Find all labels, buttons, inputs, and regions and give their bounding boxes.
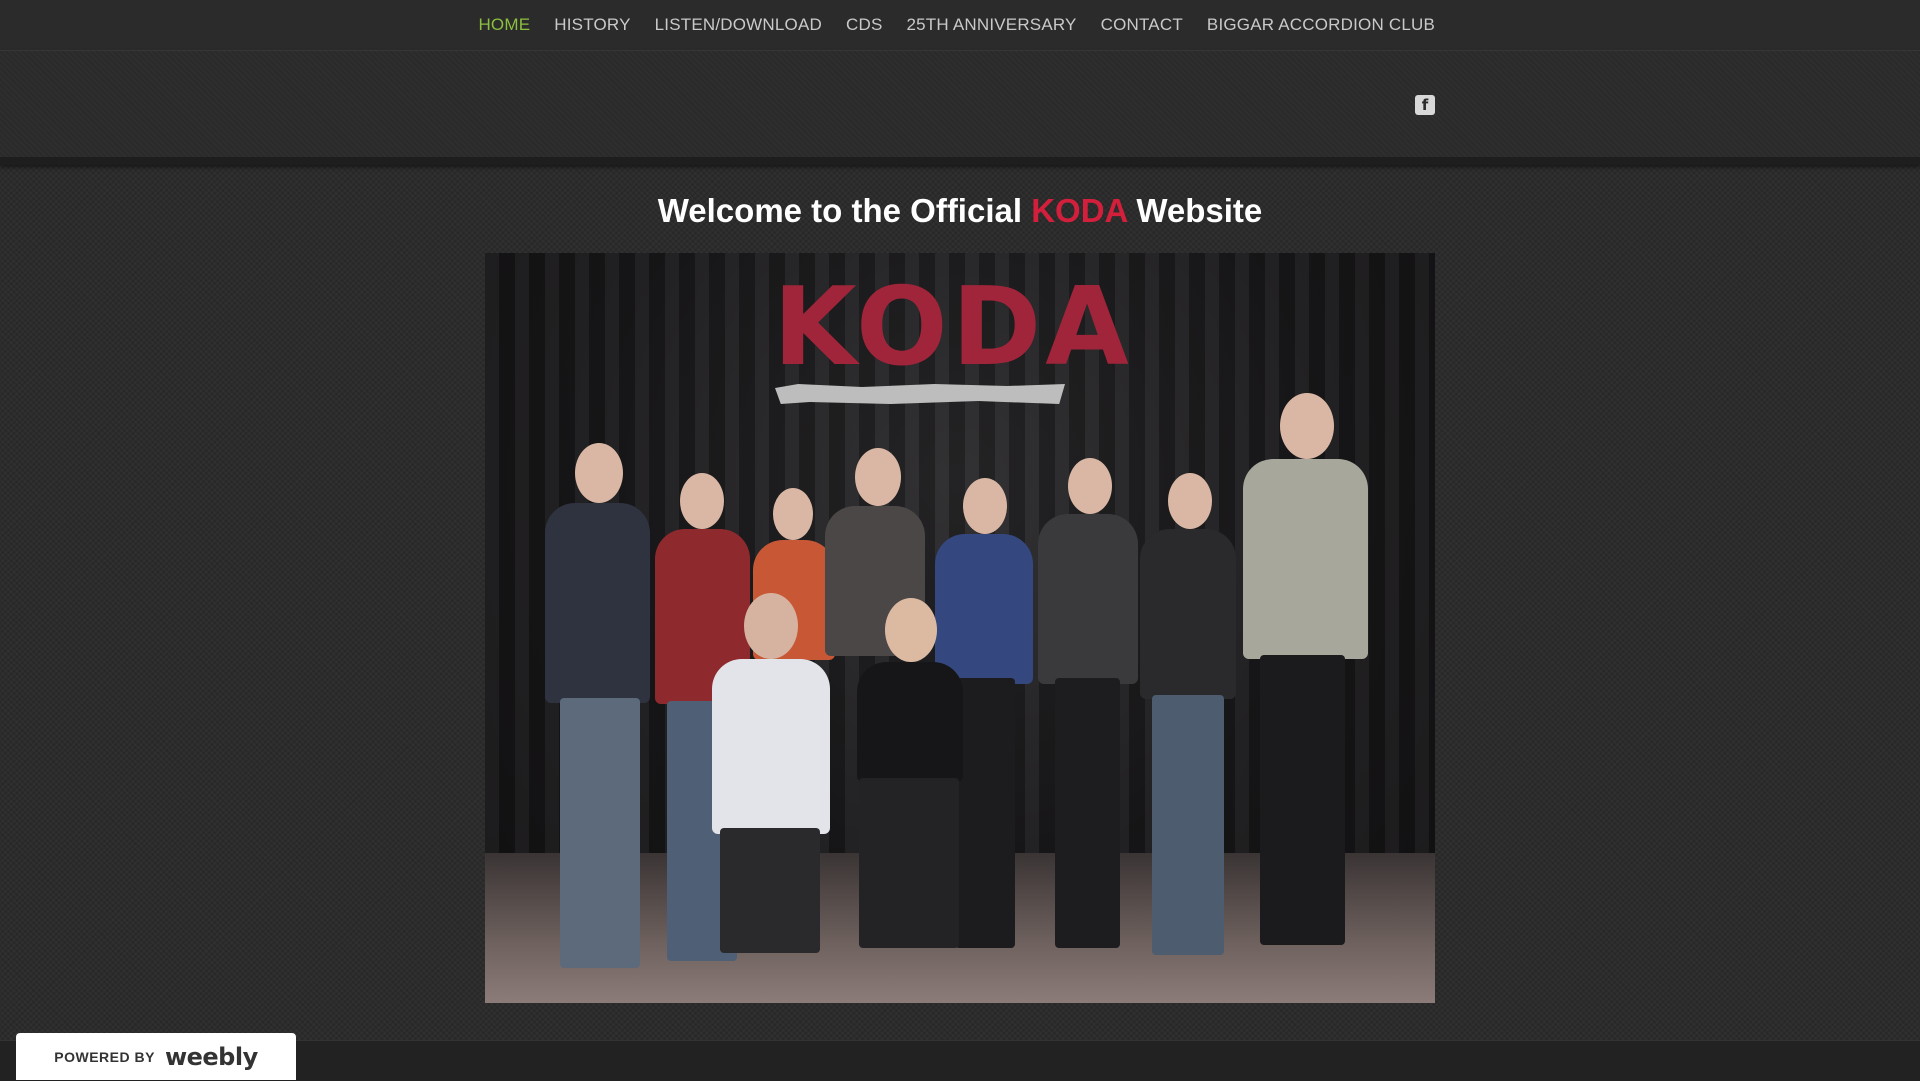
koda-logo-underline — [775, 384, 1065, 404]
welcome-prefix: Welcome to the Official — [657, 192, 1023, 229]
koda-logo: KODA — [773, 265, 1133, 390]
facebook-icon[interactable]: f — [1415, 95, 1435, 115]
nav-item-biggar-accordion-club[interactable]: BIGGAR ACCORDION CLUB — [1207, 15, 1435, 35]
powered-by-label: POWERED BY — [54, 1048, 155, 1065]
person-figure — [1130, 473, 1245, 1003]
nav-item-home[interactable]: HOME — [478, 15, 530, 35]
nav-item-25th-anniversary[interactable]: 25TH ANNIVERSARY — [906, 15, 1076, 35]
nav-menu: HOME HISTORY LISTEN/DOWNLOAD CDS 25TH AN… — [454, 0, 1435, 50]
welcome-suffix: Website — [1136, 192, 1263, 229]
page-title: Welcome to the Official KODA Website — [485, 192, 1435, 230]
person-figure — [535, 443, 655, 1003]
top-navigation-bar: HOME HISTORY LISTEN/DOWNLOAD CDS 25TH AN… — [0, 0, 1920, 51]
person-figure — [845, 598, 975, 998]
nav-item-contact[interactable]: CONTACT — [1101, 15, 1183, 35]
person-figure — [700, 593, 840, 1003]
weebly-logo: weebly — [164, 1042, 258, 1071]
nav-item-history[interactable]: HISTORY — [554, 15, 630, 35]
nav-item-cds[interactable]: CDS — [846, 15, 883, 35]
nav-item-listen-download[interactable]: LISTEN/DOWNLOAD — [655, 15, 822, 35]
header-banner — [0, 51, 1920, 165]
person-figure — [1030, 458, 1145, 998]
person-figure — [1235, 393, 1375, 1003]
band-photo: KODA — [485, 253, 1435, 1003]
powered-by-weebly-badge[interactable]: POWERED BY weebly — [16, 1033, 296, 1080]
welcome-accent: KODA — [1031, 192, 1128, 229]
